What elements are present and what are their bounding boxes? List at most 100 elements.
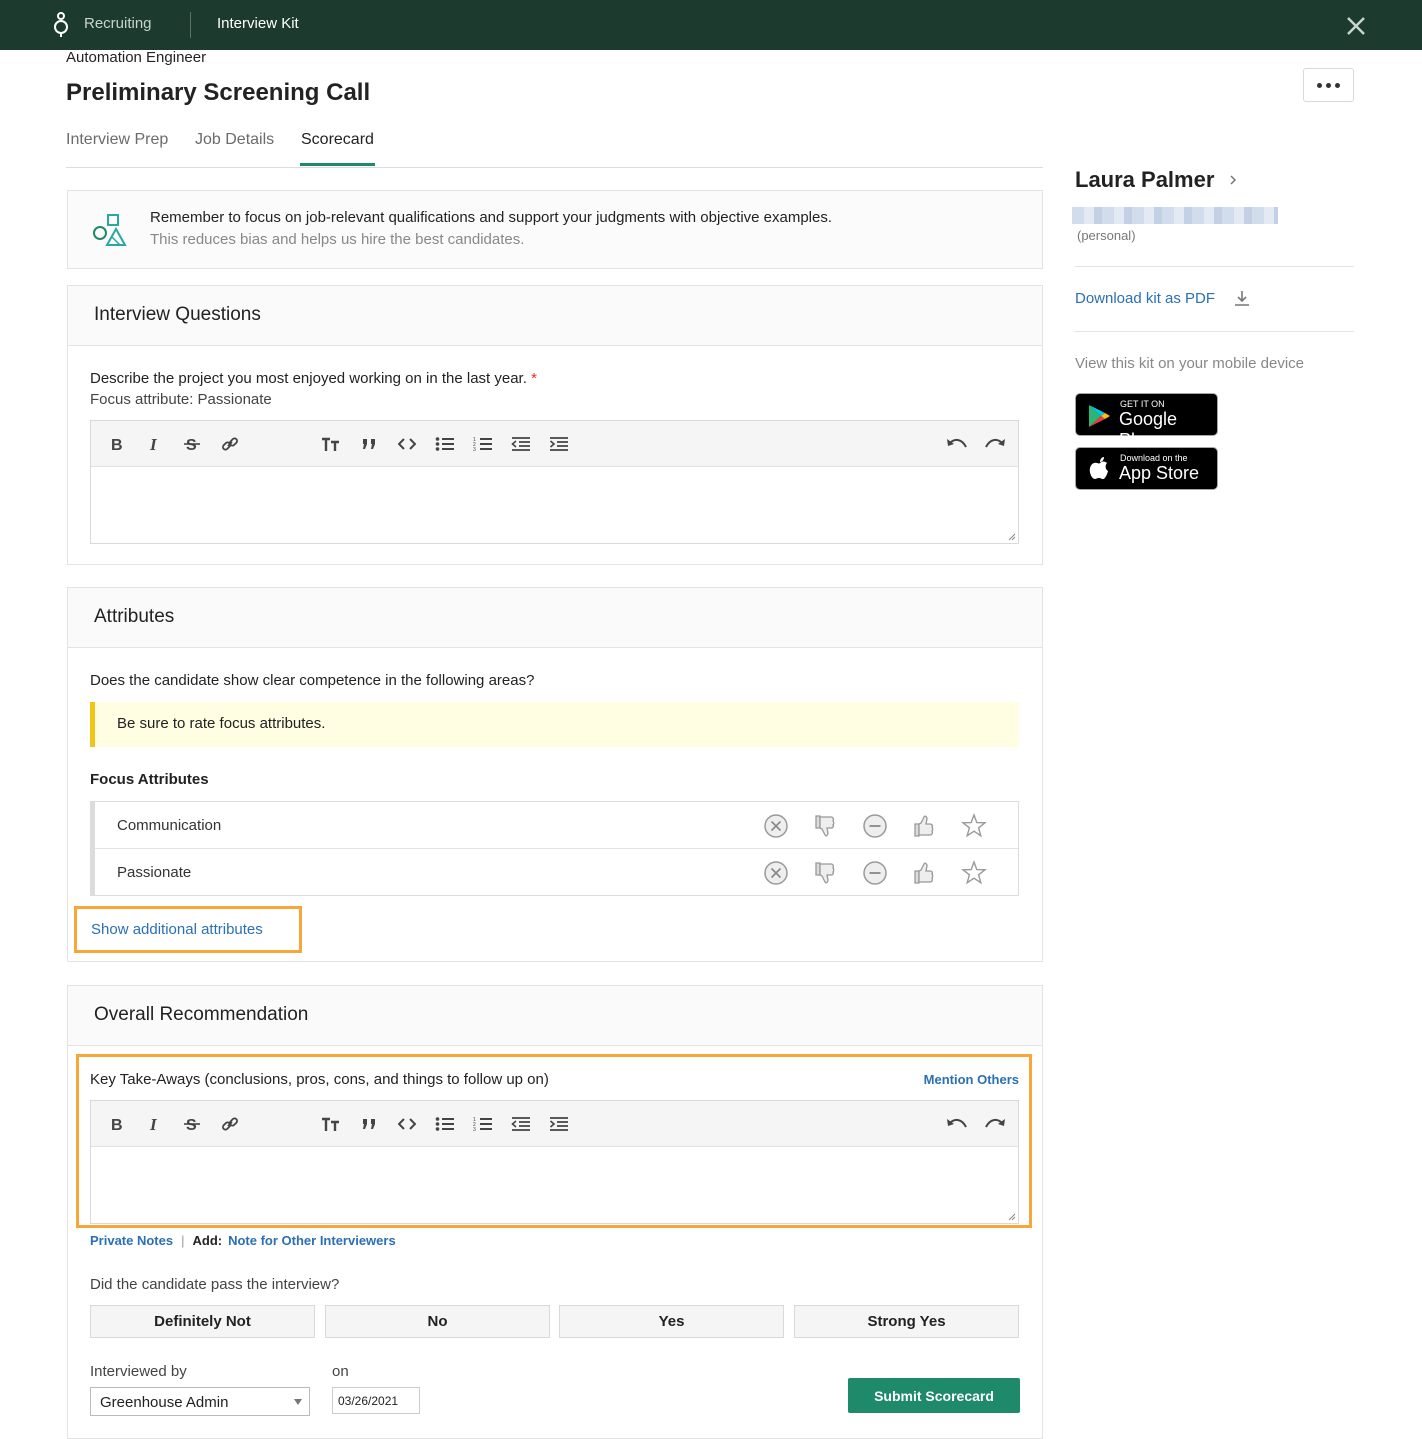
resize-handle-icon[interactable] bbox=[1008, 1213, 1016, 1221]
bullet-list-icon[interactable] bbox=[432, 431, 458, 457]
interview-date-input[interactable] bbox=[332, 1387, 420, 1414]
strong-yes-button[interactable]: Strong Yes bbox=[794, 1305, 1019, 1338]
required-mark: * bbox=[531, 370, 537, 387]
bold-icon[interactable]: B bbox=[103, 431, 129, 457]
undo-icon[interactable] bbox=[944, 1111, 970, 1137]
candidate-name[interactable]: Laura Palmer bbox=[1075, 167, 1214, 193]
star-icon[interactable] bbox=[961, 860, 987, 886]
app-store-badge[interactable]: Download on the App Store bbox=[1075, 447, 1218, 490]
google-play-text: Google Play bbox=[1119, 409, 1178, 450]
indent-icon[interactable] bbox=[546, 1111, 572, 1137]
app-name[interactable]: Recruiting bbox=[84, 15, 152, 32]
redacted-email bbox=[1072, 207, 1278, 224]
heading-icon[interactable] bbox=[318, 431, 344, 457]
apple-icon bbox=[1089, 457, 1108, 479]
takeaways-textarea[interactable] bbox=[91, 1147, 1018, 1223]
neutral-icon[interactable] bbox=[862, 860, 888, 886]
yes-button[interactable]: Yes bbox=[559, 1305, 784, 1338]
neutral-icon[interactable] bbox=[862, 813, 888, 839]
heading-icon[interactable] bbox=[318, 1111, 344, 1137]
svg-text:I: I bbox=[149, 1116, 158, 1132]
greenhouse-logo-icon[interactable] bbox=[52, 10, 70, 38]
thumbs-up-icon[interactable] bbox=[911, 860, 937, 886]
bold-icon[interactable]: B bbox=[103, 1111, 129, 1137]
indent-icon[interactable] bbox=[546, 431, 572, 457]
reminder-text: Remember to focus on job-relevant qualif… bbox=[150, 209, 833, 226]
thumbs-up-icon[interactable] bbox=[911, 813, 937, 839]
outdent-icon[interactable] bbox=[508, 1111, 534, 1137]
code-icon[interactable] bbox=[394, 431, 420, 457]
takeaways-editor: B I S 123 bbox=[90, 1100, 1019, 1224]
thumbs-down-icon[interactable] bbox=[812, 860, 838, 886]
mobile-device-text: View this kit on your mobile device bbox=[1075, 355, 1304, 372]
add-label: Add: bbox=[192, 1233, 223, 1248]
google-play-small-text: GET IT ON bbox=[1120, 399, 1165, 409]
link-icon[interactable] bbox=[217, 431, 243, 457]
attributes-heading: Attributes bbox=[68, 588, 1042, 648]
interviewer-value: Greenhouse Admin bbox=[100, 1394, 229, 1411]
tab-scorecard[interactable]: Scorecard bbox=[301, 131, 374, 149]
interviewed-by-label: Interviewed by bbox=[90, 1363, 187, 1380]
undo-icon[interactable] bbox=[944, 431, 970, 457]
italic-icon[interactable]: I bbox=[141, 431, 167, 457]
definitely-not-button[interactable]: Definitely Not bbox=[90, 1305, 315, 1338]
attributes-question: Does the candidate show clear competence… bbox=[90, 672, 535, 689]
italic-icon[interactable]: I bbox=[141, 1111, 167, 1137]
tab-bar: Interview Prep Job Details Scorecard bbox=[66, 127, 1043, 168]
google-play-badge[interactable]: GET IT ON Google Play bbox=[1075, 393, 1218, 450]
strikethrough-icon[interactable]: S bbox=[179, 1111, 205, 1137]
overall-recommendation-card: Overall Recommendation Key Take-Aways (c… bbox=[67, 985, 1043, 1439]
dot-icon bbox=[1326, 82, 1331, 88]
link-icon[interactable] bbox=[217, 1111, 243, 1137]
numbered-list-icon[interactable]: 123 bbox=[470, 1111, 496, 1137]
takeaways-label: Key Take-Aways (conclusions, pros, cons,… bbox=[90, 1071, 549, 1088]
focus-attributes-table: Communication Passionate bbox=[90, 801, 1019, 896]
resize-handle-icon[interactable] bbox=[1008, 533, 1016, 541]
redo-icon[interactable] bbox=[982, 431, 1008, 457]
more-options-button[interactable] bbox=[1303, 68, 1354, 102]
interviewer-select[interactable]: Greenhouse Admin bbox=[90, 1387, 310, 1416]
on-label: on bbox=[332, 1363, 349, 1380]
download-icon[interactable] bbox=[1233, 289, 1251, 307]
attribute-name: Communication bbox=[117, 817, 222, 834]
app-store-small-text: Download on the bbox=[1120, 453, 1188, 463]
strikethrough-icon[interactable]: S bbox=[179, 431, 205, 457]
close-icon[interactable] bbox=[1342, 12, 1370, 40]
attributes-card: Attributes Does the candidate show clear… bbox=[67, 587, 1043, 962]
outdent-icon[interactable] bbox=[508, 431, 534, 457]
no-button[interactable]: No bbox=[325, 1305, 550, 1338]
google-play-icon bbox=[1089, 405, 1110, 427]
bullet-list-icon[interactable] bbox=[432, 1111, 458, 1137]
chevron-right-icon[interactable] bbox=[1228, 172, 1238, 188]
tab-job-details[interactable]: Job Details bbox=[195, 131, 274, 149]
private-notes-link[interactable]: Private Notes bbox=[90, 1233, 173, 1248]
focus-warning: Be sure to rate focus attributes. bbox=[90, 702, 1019, 747]
thumbs-down-icon[interactable] bbox=[812, 813, 838, 839]
definitely-not-icon[interactable] bbox=[763, 860, 789, 886]
download-pdf-link[interactable]: Download kit as PDF bbox=[1075, 290, 1215, 307]
blockquote-icon[interactable] bbox=[356, 431, 382, 457]
redo-icon[interactable] bbox=[982, 1111, 1008, 1137]
note-for-other-interviewers-link[interactable]: Note for Other Interviewers bbox=[228, 1233, 396, 1248]
blockquote-icon[interactable] bbox=[356, 1111, 382, 1137]
submit-scorecard-button[interactable]: Submit Scorecard bbox=[848, 1378, 1020, 1413]
tab-interview-prep[interactable]: Interview Prep bbox=[66, 131, 168, 149]
overall-recommendation-heading: Overall Recommendation bbox=[68, 986, 1042, 1046]
code-icon[interactable] bbox=[394, 1111, 420, 1137]
svg-text:B: B bbox=[111, 1117, 123, 1132]
show-additional-attributes-link[interactable]: Show additional attributes bbox=[74, 906, 302, 953]
active-tab-indicator bbox=[300, 163, 375, 166]
editor-toolbar: B I S 123 bbox=[91, 421, 1018, 467]
question-text: Describe the project you most enjoyed wo… bbox=[90, 370, 537, 387]
editor-toolbar: B I S 123 bbox=[91, 1101, 1018, 1147]
interview-questions-card: Interview Questions Describe the project… bbox=[67, 285, 1043, 565]
answer-textarea[interactable] bbox=[91, 467, 1018, 543]
definitely-not-icon[interactable] bbox=[763, 813, 789, 839]
mention-others-link[interactable]: Mention Others bbox=[924, 1072, 1019, 1087]
focus-attribute-label: Focus attribute: Passionate bbox=[90, 391, 272, 408]
star-icon[interactable] bbox=[961, 813, 987, 839]
svg-text:I: I bbox=[149, 436, 158, 452]
numbered-list-icon[interactable]: 123 bbox=[470, 431, 496, 457]
attribute-row-passionate: Passionate bbox=[95, 849, 1018, 895]
bias-reminder: Remember to focus on job-relevant qualif… bbox=[67, 190, 1043, 269]
